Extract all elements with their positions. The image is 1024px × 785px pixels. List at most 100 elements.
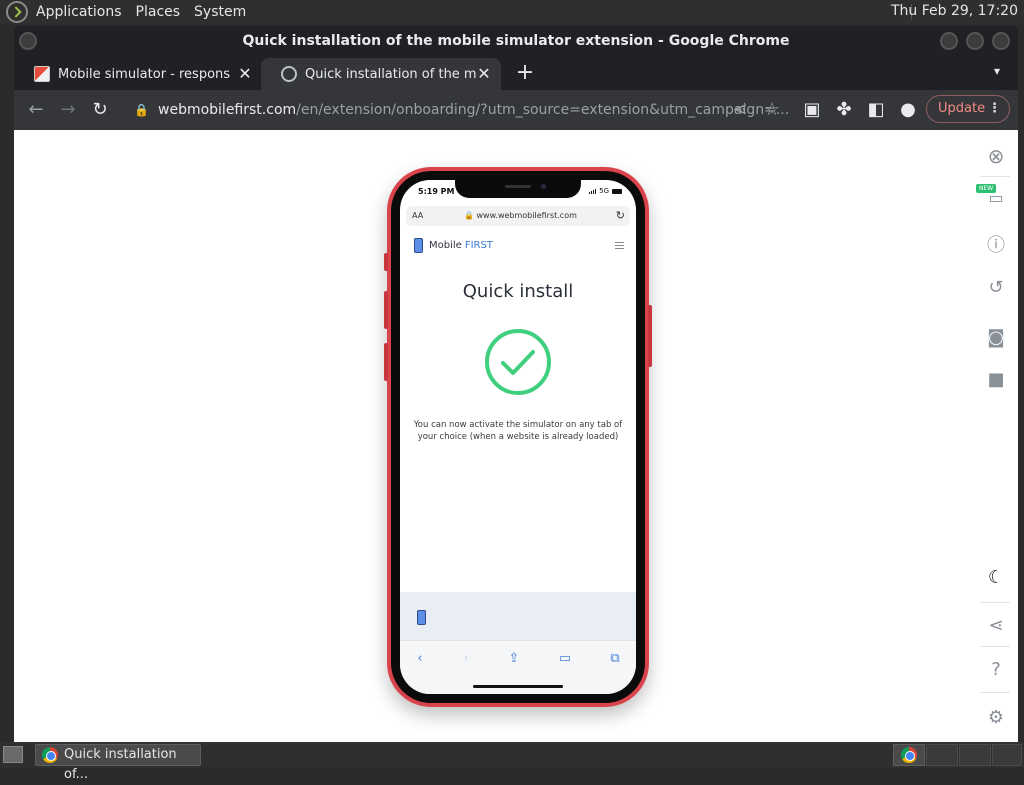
phone-forward-icon[interactable]: › — [456, 651, 476, 666]
lock-icon: 🔒 — [464, 211, 474, 220]
window-menu-button[interactable] — [19, 32, 37, 50]
menu-places[interactable]: Places — [136, 4, 181, 20]
brand-accent-text: FIRST — [464, 240, 493, 251]
phone-status-time: 5:19 PM — [418, 187, 455, 196]
chrome-icon — [901, 747, 917, 763]
phone-power-button — [648, 305, 652, 367]
tab-mobile-simulator[interactable]: Mobile simulator - responsive ✕ — [14, 58, 262, 90]
home-indicator — [473, 685, 563, 688]
rotate-icon[interactable]: ↺ — [984, 276, 1008, 300]
sidebar-divider — [980, 602, 1010, 603]
maximize-button[interactable] — [966, 32, 984, 50]
forward-icon[interactable]: → — [56, 98, 80, 122]
phone-url[interactable]: 🔒 www.webmobilefirst.com — [464, 211, 577, 220]
phone-volume-down-button — [384, 343, 388, 381]
settings-gear-icon[interactable]: ⚙ — [984, 706, 1008, 730]
tab-title: Quick installation of the mobi — [305, 66, 477, 82]
video-camera-icon[interactable]: ■ — [984, 368, 1008, 392]
lock-icon[interactable]: 🔒 — [134, 103, 149, 117]
url-host: webmobilefirst.com — [158, 102, 297, 118]
page-content: 5:19 PM 5G AA 🔒 www.webmobilefirst.com ↻… — [14, 130, 1018, 742]
chevron-down-icon[interactable]: ▾ — [994, 64, 1000, 78]
reload-icon[interactable]: ↻ — [616, 209, 625, 222]
camera-icon[interactable]: ◙ — [984, 326, 1008, 350]
globe-icon — [281, 66, 297, 82]
workspace-3[interactable] — [959, 744, 991, 766]
update-button[interactable]: Update ⋮ — [926, 95, 1010, 123]
new-tab-icon[interactable]: + — [514, 60, 536, 85]
mobilefirst-logo[interactable]: Mobile FIRST — [414, 238, 493, 253]
top-panel: Applications Places System Thu Feb 29, 1… — [0, 0, 1024, 24]
bookmark-star-icon[interactable]: ☆ — [760, 98, 784, 122]
clock[interactable]: Thu Feb 29, 17:20 — [891, 3, 1018, 19]
network-label: 5G — [599, 187, 609, 195]
phone-notch — [455, 180, 581, 198]
update-label: Update — [938, 101, 986, 116]
text-size-button[interactable]: AA — [412, 211, 423, 220]
phone-logo-icon — [414, 238, 423, 253]
success-message: You can now activate the simulator on an… — [413, 420, 623, 442]
workspace-1[interactable] — [893, 744, 925, 766]
phone-share-icon[interactable]: ⇪ — [504, 651, 524, 666]
more-menu-icon[interactable]: ⋮ — [988, 96, 1001, 122]
phone-bookmarks-icon[interactable]: ▭ — [555, 651, 575, 666]
phone-logo-icon — [417, 610, 426, 625]
sidebar-divider — [980, 646, 1010, 647]
menu-applications[interactable]: Applications — [36, 4, 122, 20]
phone-volume-up-button — [384, 291, 388, 329]
signal-icon — [589, 188, 597, 194]
webmobilefirst-favicon-icon — [34, 66, 50, 82]
phone-simulator: 5:19 PM 5G AA 🔒 www.webmobilefirst.com ↻… — [384, 167, 652, 707]
phone-back-icon[interactable]: ‹ — [410, 651, 430, 666]
browser-window: Quick installation of the mobile simulat… — [14, 26, 1018, 742]
share-icon[interactable]: ⋖ — [984, 614, 1008, 638]
profile-avatar-icon[interactable]: ● — [896, 98, 920, 122]
url-path: /en/extension/onboarding/?utm_source=ext… — [296, 102, 790, 118]
workspace-4[interactable] — [992, 744, 1022, 766]
battery-icon — [612, 188, 622, 194]
share-icon[interactable]: ⋖ — [728, 98, 752, 122]
info-icon[interactable]: ⓘ — [984, 234, 1008, 258]
distro-logo-icon[interactable] — [6, 1, 28, 23]
phone-mute-button — [384, 253, 388, 271]
phone-tabs-icon[interactable]: ⧉ — [605, 651, 625, 666]
phone-footer-band — [400, 592, 636, 640]
dark-mode-moon-icon[interactable]: ☾ — [984, 566, 1008, 590]
tab-quick-installation[interactable]: Quick installation of the mobi ✕ — [261, 58, 501, 90]
window-title: Quick installation of the mobile simulat… — [242, 33, 790, 49]
phone-address-bar[interactable]: AA 🔒 www.webmobilefirst.com ↻ — [406, 206, 630, 226]
chrome-icon — [42, 747, 58, 763]
new-badge: NEW — [976, 184, 997, 193]
browser-toolbar: ← → ↻ 🔒 webmobilefirst.com /en/extension… — [14, 90, 1018, 130]
taskbar-window-item[interactable]: Quick installation of... — [35, 744, 201, 782]
show-desktop-icon[interactable] — [3, 746, 23, 763]
taskbar-item-label: Quick installation of... — [64, 747, 177, 782]
phone-url-text: www.webmobilefirst.com — [476, 211, 577, 220]
minimize-button[interactable] — [940, 32, 958, 50]
extensions-puzzle-icon[interactable]: ✤ — [832, 98, 856, 122]
close-circle-icon[interactable]: ⊗ — [984, 144, 1008, 168]
hamburger-menu-icon[interactable] — [615, 242, 624, 251]
sidebar-divider — [980, 176, 1010, 177]
help-icon[interactable]: ? — [984, 658, 1008, 682]
sidebar-divider — [980, 692, 1010, 693]
workspace-2[interactable] — [926, 744, 958, 766]
side-panel-icon[interactable]: ◧ — [864, 98, 888, 122]
phone-status-icons: 5G — [589, 187, 622, 195]
menu-system[interactable]: System — [194, 4, 246, 20]
titlebar[interactable]: Quick installation of the mobile simulat… — [14, 26, 1018, 56]
address-bar[interactable]: 🔒 webmobilefirst.com /en/extension/onboa… — [120, 94, 789, 126]
back-icon[interactable]: ← — [24, 98, 48, 122]
taskbar: Quick installation of... — [0, 742, 1024, 782]
tab-title: Mobile simulator - responsive — [58, 66, 230, 82]
success-check-icon — [485, 329, 551, 395]
phone-screen: 5:19 PM 5G AA 🔒 www.webmobilefirst.com ↻… — [400, 180, 636, 694]
tab-strip: Mobile simulator - responsive ✕ Quick in… — [14, 56, 1018, 90]
close-window-button[interactable] — [992, 32, 1010, 50]
page-heading: Quick install — [462, 281, 574, 302]
reload-icon[interactable]: ↻ — [88, 98, 112, 122]
brand-text: Mobile — [429, 240, 462, 251]
close-tab-icon[interactable]: ✕ — [475, 65, 493, 83]
close-tab-icon[interactable]: ✕ — [236, 65, 254, 83]
excel-extension-icon[interactable]: ▣ — [800, 98, 824, 122]
